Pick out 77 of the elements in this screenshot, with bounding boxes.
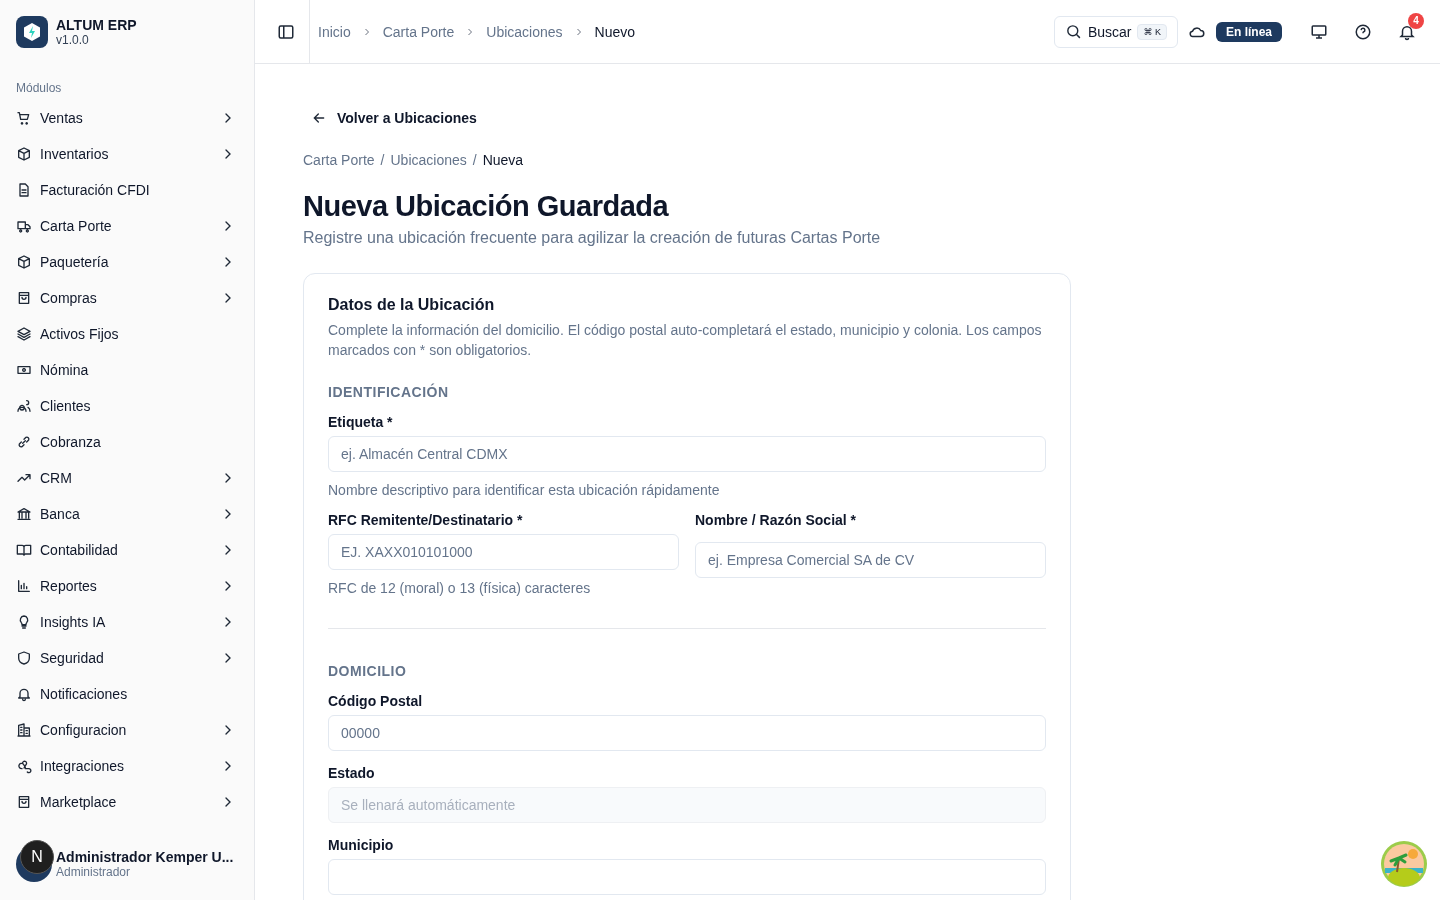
bank-icon (16, 506, 32, 522)
sidebar-toggle-icon[interactable] (277, 22, 295, 41)
input-field[interactable] (328, 859, 1046, 895)
sidebar-item[interactable]: Ventas (16, 100, 238, 136)
sidebar-item[interactable]: Compras (16, 280, 238, 316)
sidebar-item[interactable]: Paquetería (16, 244, 238, 280)
book-icon (16, 542, 32, 558)
input-field[interactable]: EJ. XAXX010101000 (328, 534, 679, 570)
section-heading: DOMICILIO (328, 663, 408, 679)
app-version: v1.0.0 (56, 33, 90, 47)
app-name: ALTUM ERP (56, 17, 137, 33)
truck-icon (16, 218, 32, 234)
sidebar-item[interactable]: Notificaciones (16, 676, 238, 712)
breadcrumb-link[interactable]: Carta Porte (303, 152, 375, 168)
logo-icon (16, 16, 48, 48)
chart-icon (16, 578, 32, 594)
field-label: Estado (328, 765, 376, 781)
page-title: Nueva Ubicación Guardada (303, 190, 670, 223)
box-icon (16, 254, 32, 270)
breadcrumb-link[interactable]: Inicio (318, 23, 351, 40)
field-label: Código Postal (328, 693, 424, 709)
sidebar-item[interactable]: Facturación CFDI (16, 172, 238, 208)
field-hint: Nombre descriptivo para identificar esta ubicación rápidamente (328, 482, 721, 498)
card-title: Datos de la Ubicación (328, 296, 496, 314)
building-icon (16, 722, 32, 738)
sidebar-item[interactable]: Configuracion (16, 712, 238, 748)
sidebar-item[interactable]: Integraciones (16, 748, 238, 784)
breadcrumb-link[interactable]: Ubicaciones (486, 23, 563, 40)
sidebar-item[interactable]: Seguridad (16, 640, 238, 676)
help-icon[interactable] (1354, 22, 1372, 41)
arrow-left-icon (311, 110, 327, 126)
status-badge: En línea (1216, 21, 1282, 42)
sidebar-item[interactable]: Reportes (16, 568, 238, 604)
field-label: RFC Remitente/Destinatario * (328, 512, 524, 528)
sidebar-item[interactable]: Activos Fijos (16, 316, 238, 352)
sidebar-item[interactable]: CRM (16, 460, 238, 496)
input-field[interactable]: 00000 (328, 715, 1046, 751)
input-field[interactable]: ej. Empresa Comercial SA de CV (695, 542, 1046, 578)
bag-icon (16, 290, 32, 306)
box-icon (16, 146, 32, 162)
search-button[interactable]: Buscar ⌘ K (1053, 15, 1178, 48)
bell-icon (16, 686, 32, 702)
sidebar-item[interactable]: Marketplace (16, 784, 238, 820)
document-icon (16, 182, 32, 198)
breadcrumb-link[interactable]: Ubicaciones (390, 152, 467, 168)
monitor-icon[interactable] (1310, 22, 1328, 41)
field-hint: RFC de 12 (moral) o 13 (física) caracteres (328, 580, 592, 596)
island-avatar-icon[interactable] (1380, 840, 1428, 888)
page-subtitle: Registre una ubicación frecuente para agilizar la creación de futuras Cartas Porte (303, 229, 882, 247)
input-field[interactable]: ej. Almacén Central CDMX (328, 436, 1046, 472)
avatar: N (20, 840, 54, 874)
back-link[interactable]: Volver a Ubicaciones (301, 104, 487, 132)
sidebar-item[interactable]: Inventarios (16, 136, 238, 172)
cart-icon (16, 110, 32, 126)
section-label: Módulos (16, 80, 63, 97)
breadcrumb-link[interactable]: Carta Porte (382, 23, 455, 40)
shortcut-hint: ⌘ K (1137, 23, 1167, 40)
breadcrumb-separator: / (380, 152, 385, 168)
field-label: Nombre / Razón Social * (695, 512, 858, 528)
bag-icon (16, 794, 32, 810)
field-label: Municipio (328, 837, 395, 853)
sidebar-item[interactable]: Contabilidad (16, 532, 238, 568)
sidebar-item[interactable]: Cobranza (16, 424, 238, 460)
layers-icon (16, 326, 32, 342)
card-description: Complete la información del domicilio. El código postal auto-completará el estado, municipio y colonia. Los campos marcados con * son obligatorios. (328, 321, 1043, 360)
link-icon (16, 434, 32, 450)
shield-icon (16, 650, 32, 666)
sidebar-item[interactable]: Insights IA (16, 604, 238, 640)
sidebar-item[interactable]: Nómina (16, 352, 238, 388)
sidebar-item[interactable]: Clientes (16, 388, 238, 424)
sidebar-item[interactable]: Banca (16, 496, 238, 532)
breadcrumb-separator: / (472, 152, 477, 168)
search-icon (1064, 23, 1082, 40)
field-label: Etiqueta * (328, 414, 394, 430)
sidebar-item[interactable]: Carta Porte (16, 208, 238, 244)
notification-count: 4 (1408, 12, 1424, 29)
section-heading: IDENTIFICACIÓN (328, 384, 450, 400)
